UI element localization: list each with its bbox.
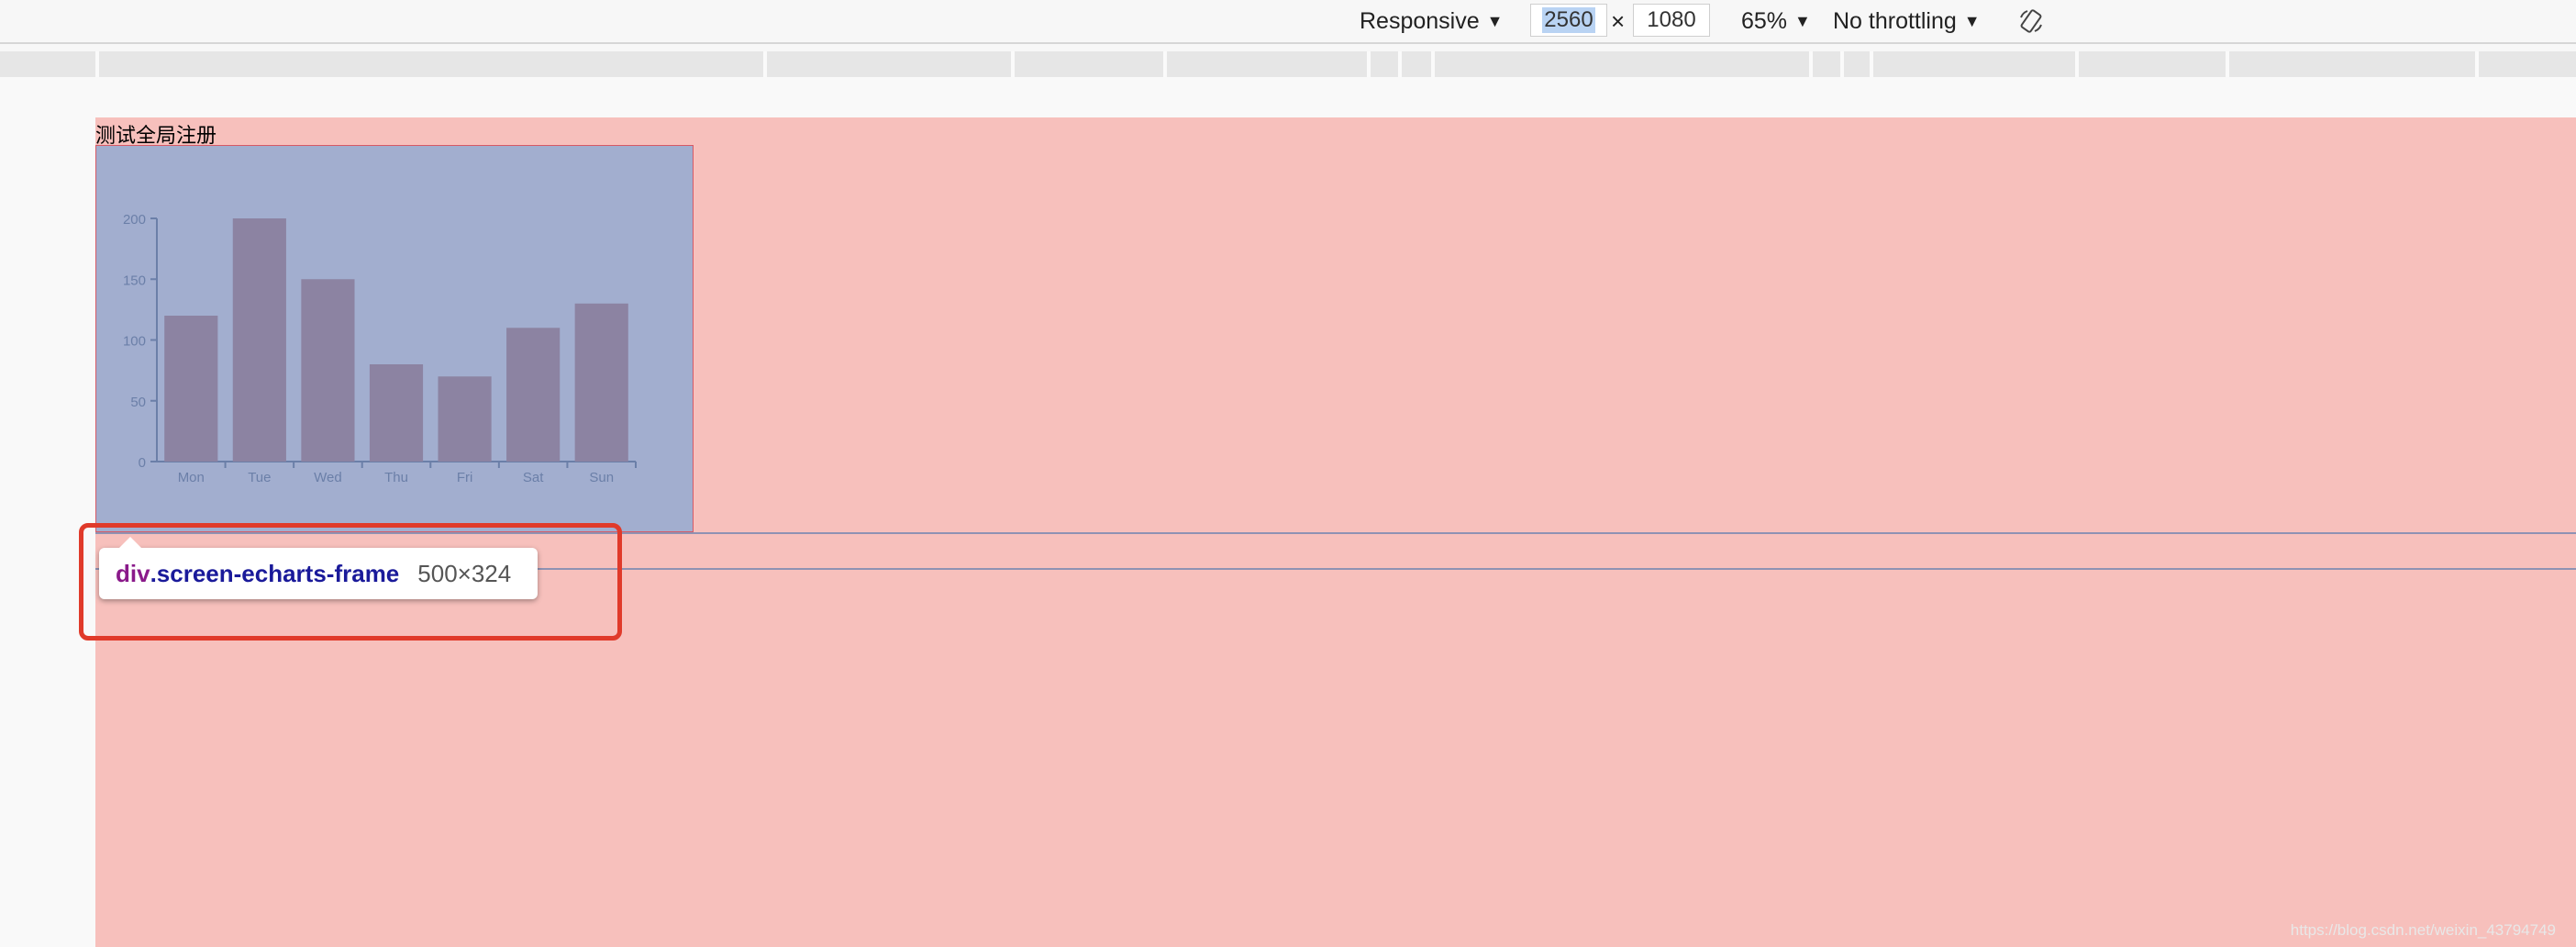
x-tick-label: Mon (178, 470, 205, 485)
y-tick-label: 200 (123, 212, 146, 228)
y-tick-label: 100 (123, 334, 146, 350)
ruler-tick (1163, 51, 1167, 77)
watermark: https://blog.csdn.net/weixin_43794749 (2290, 921, 2556, 939)
throttling-select[interactable]: No throttling ▼ (1833, 0, 1981, 42)
bar-chart: 0 50 100 150 200 Mon Tue Wed Thu Fri Sat Sun (123, 212, 637, 485)
bar-fri (438, 376, 492, 462)
bar-sat (506, 328, 561, 462)
x-tick-label: Tue (248, 470, 271, 485)
height-value: 1080 (1647, 7, 1696, 32)
y-tick-label: 50 (130, 395, 146, 410)
ruler-tick (1431, 51, 1435, 77)
ruler-tick (2075, 51, 2079, 77)
bar-tue (232, 218, 286, 462)
ruler-tick (2475, 51, 2479, 77)
throttling-label: No throttling (1833, 7, 1957, 34)
caret-down-icon: ▼ (1486, 11, 1504, 30)
width-value: 2560 (1542, 7, 1595, 33)
callout-box (79, 523, 622, 641)
x-tick-label: Sun (589, 470, 614, 485)
ruler-tick (1870, 51, 1873, 77)
caret-down-icon: ▼ (1963, 11, 1981, 30)
ruler-tick (2226, 51, 2229, 77)
media-query-ruler[interactable] (0, 51, 2576, 77)
ruler-tick (1809, 51, 1813, 77)
x-tick-label: Fri (457, 470, 472, 485)
bar-mon (164, 316, 218, 462)
ruler-tick (763, 51, 767, 77)
zoom-select[interactable]: 65% ▼ (1741, 0, 1811, 42)
ruler-tick (1011, 51, 1015, 77)
x-tick-label: Wed (314, 470, 342, 485)
y-tick-label: 150 (123, 273, 146, 288)
echarts-frame-highlight[interactable]: 0 50 100 150 200 Mon Tue Wed Thu Fri Sat Sun (95, 145, 694, 532)
ruler-tick (95, 51, 99, 77)
height-input[interactable]: 1080 (1633, 4, 1710, 37)
bar-sun (574, 303, 628, 462)
device-label: Responsive (1360, 7, 1480, 34)
rotate-button[interactable] (2018, 0, 2044, 42)
ruler-tick (1367, 51, 1371, 77)
ruler-tick (1840, 51, 1844, 77)
x-tick-label: Thu (384, 470, 408, 485)
device-toolbar: Responsive ▼ 2560 × 1080 65% ▼ No thrott… (0, 0, 2576, 44)
device-select[interactable]: Responsive ▼ (1360, 0, 1503, 42)
width-input[interactable]: 2560 (1530, 4, 1607, 37)
caret-down-icon: ▼ (1794, 11, 1811, 30)
ruler-tick (1398, 51, 1402, 77)
y-tick-label: 0 (139, 455, 146, 471)
times-sign: × (1611, 6, 1626, 35)
rotate-icon (2020, 9, 2042, 33)
bar-wed (301, 279, 355, 462)
bar-thu (369, 364, 424, 462)
x-tick-label: Sat (523, 470, 544, 485)
zoom-label: 65% (1741, 7, 1788, 34)
